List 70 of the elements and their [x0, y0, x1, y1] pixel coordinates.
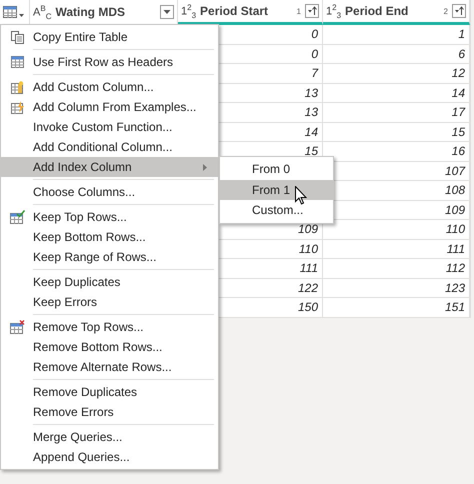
table-cell: 108 — [444, 183, 465, 197]
table-cell: 150 — [298, 300, 318, 314]
menu-item[interactable]: Keep Top Rows... — [1, 207, 218, 227]
column-lightning-icon — [10, 100, 24, 114]
table-cell: 12 — [452, 66, 465, 80]
table-cell: 6 — [458, 46, 465, 60]
table-menu-icon[interactable] — [3, 5, 25, 19]
menu-item[interactable]: From 1 — [220, 180, 333, 200]
table-cell: 123 — [444, 280, 465, 294]
table-cell: 16 — [452, 144, 465, 158]
menu-item[interactable]: Keep Errors — [1, 292, 218, 312]
table-cell: 111 — [446, 242, 465, 256]
sort-button[interactable] — [452, 4, 466, 18]
filter-button[interactable] — [160, 5, 174, 19]
table-cell: 151 — [444, 300, 465, 314]
menu-item[interactable]: Merge Queries... — [1, 427, 218, 447]
menu-item[interactable]: Invoke Custom Function... — [1, 117, 218, 137]
table-cell: 107 — [444, 164, 465, 178]
table-cell: 122 — [298, 280, 318, 294]
menu-item[interactable]: Remove Duplicates — [1, 382, 218, 402]
column-header: Period Start — [200, 4, 270, 18]
sort-order: 1 — [296, 6, 301, 16]
table-cell: 17 — [452, 105, 465, 119]
table-cell: 109 — [444, 202, 465, 216]
sort-order: 2 — [444, 6, 448, 16]
menu-item[interactable]: Remove Errors — [1, 402, 218, 422]
table-icon — [10, 56, 24, 68]
menu-item[interactable]: Add Index Column — [1, 157, 218, 177]
menu-item[interactable]: Add Conditional Column... — [1, 137, 218, 157]
table-cell: 0 — [311, 46, 318, 60]
menu-item[interactable]: From 0 — [220, 159, 333, 180]
table-remove-icon — [10, 320, 24, 334]
menu-item[interactable]: Add Custom Column... — [1, 77, 218, 97]
sort-button[interactable] — [305, 4, 319, 18]
table-cell: 15 — [304, 144, 318, 158]
sort-icon — [307, 6, 317, 16]
menu-item[interactable]: Choose Columns... — [1, 182, 218, 202]
menu-item[interactable]: Keep Range of Rows... — [1, 247, 218, 267]
menu-item[interactable]: Append Queries... — [1, 447, 218, 467]
table-check-icon — [10, 210, 24, 224]
menu-item[interactable]: Remove Bottom Rows... — [1, 337, 218, 357]
table-cell: 7 — [311, 66, 318, 80]
table-cell: 110 — [298, 242, 318, 256]
caret-icon — [163, 9, 171, 15]
table-cell: 110 — [446, 222, 465, 236]
table-cell: 111 — [300, 261, 318, 275]
column-icon — [10, 80, 24, 94]
table-cell: 1 — [458, 27, 465, 41]
table-cell: 112 — [446, 261, 465, 275]
sort-icon — [454, 6, 464, 16]
menu-item[interactable]: Custom... — [220, 200, 333, 220]
cursor-icon — [295, 186, 307, 205]
menu-item[interactable]: Keep Bottom Rows... — [1, 227, 218, 247]
column-header: Period End — [345, 4, 410, 18]
menu-item[interactable]: Copy Entire Table — [1, 27, 218, 47]
table-cell: 15 — [452, 124, 465, 138]
menu-item[interactable]: Remove Alternate Rows... — [1, 357, 218, 377]
table-cell: 14 — [304, 124, 318, 138]
menu-item[interactable]: Keep Duplicates — [1, 272, 218, 292]
menu-item[interactable]: Add Column From Examples... — [1, 97, 218, 117]
table-cell: 14 — [452, 86, 465, 100]
submenu-arrow-icon — [203, 164, 207, 171]
menu-item[interactable]: Remove Top Rows... — [1, 317, 218, 337]
table-cell: 13 — [304, 105, 318, 119]
column-header: Wating MDS — [55, 5, 126, 19]
table-cell: 0 — [311, 27, 318, 41]
table-cell: 109 — [298, 222, 318, 236]
menu-item[interactable]: Use First Row as Headers — [1, 52, 218, 72]
table-cell: 13 — [304, 86, 318, 100]
copy-icon — [10, 30, 24, 44]
